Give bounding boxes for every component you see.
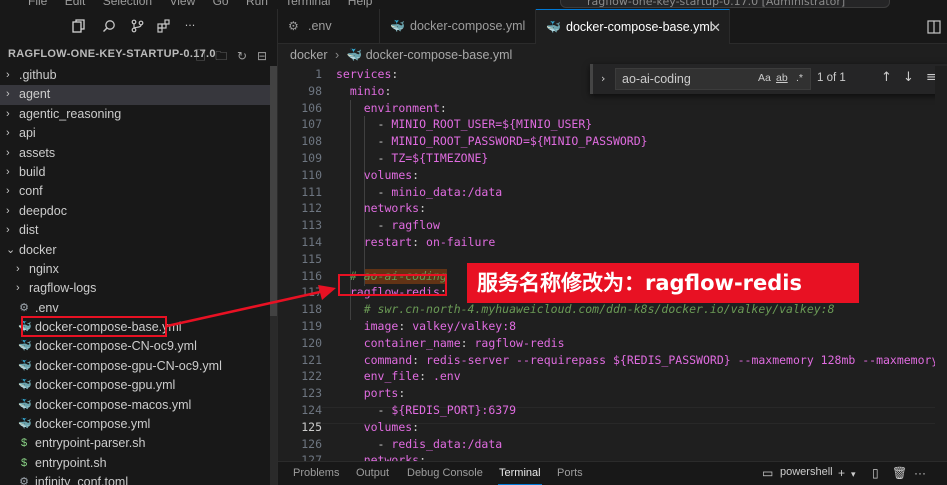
annotation-callout: 服务名称修改为：ragflow-redis [467, 263, 859, 303]
annotation-arrow [166, 285, 336, 328]
